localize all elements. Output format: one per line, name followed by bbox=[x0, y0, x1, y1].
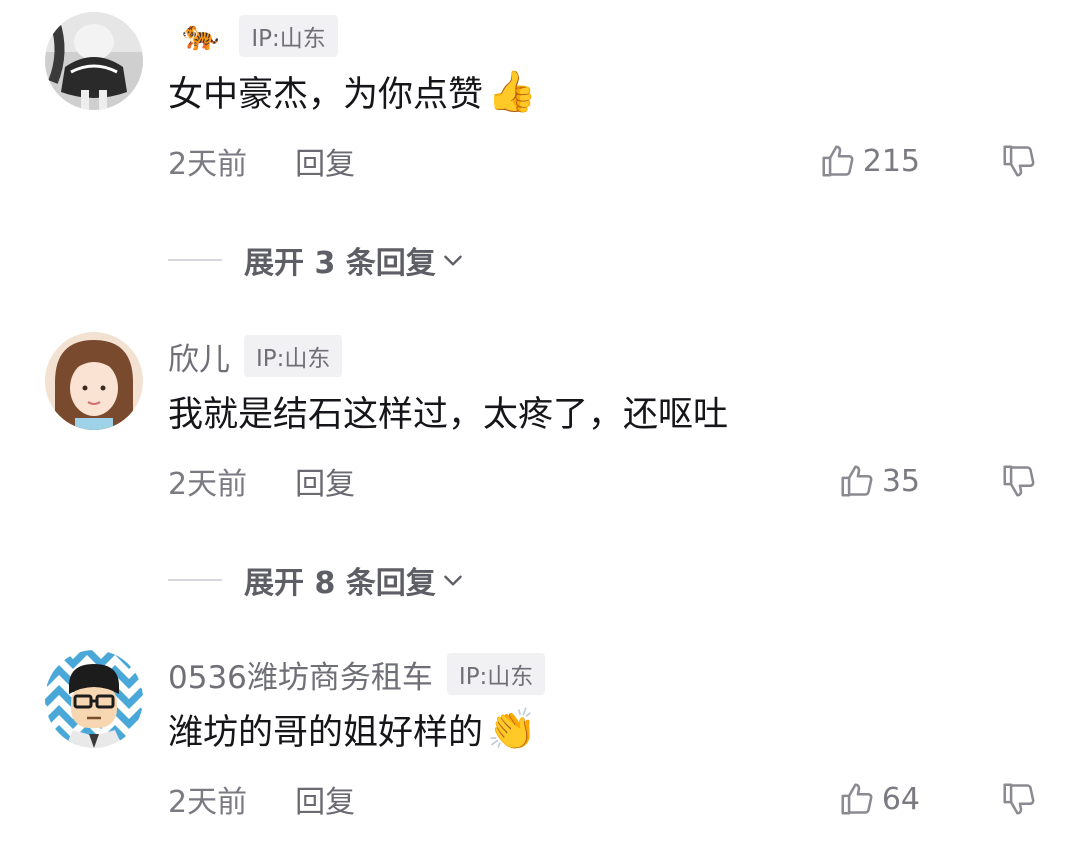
reply-button[interactable]: 回复 bbox=[295, 139, 355, 183]
comment-meta: 2天前 回复 64 bbox=[168, 776, 1038, 822]
comment-body: 我就是结石这样过，太疼了，还呕吐 bbox=[168, 395, 729, 435]
thumbs-up-outline-icon bbox=[841, 465, 873, 497]
expand-replies-label: 展开 3 条回复 bbox=[244, 246, 436, 281]
divider bbox=[168, 259, 222, 261]
comment-text: 我就是结石这样过，太疼了，还呕吐 bbox=[168, 386, 728, 437]
like-button[interactable]: 64 bbox=[838, 776, 920, 822]
comment-meta: 2天前 回复 215 bbox=[168, 138, 1038, 184]
comment-time: 2天前 bbox=[168, 785, 248, 820]
chevron-down-icon bbox=[443, 255, 462, 266]
thumbs-down-outline-icon bbox=[1003, 783, 1035, 815]
thumbs-down-outline-icon bbox=[1003, 465, 1035, 497]
tiger-emoji-icon: 🐅 bbox=[182, 18, 220, 53]
comment-time: 2天前 bbox=[168, 147, 248, 182]
comment-text: 女中豪杰，为你点赞 👍 bbox=[168, 66, 537, 117]
avatar[interactable] bbox=[45, 332, 143, 430]
like-count: 215 bbox=[862, 143, 920, 179]
comment-body: 女中豪杰，为你点赞 bbox=[168, 75, 484, 115]
ip-location-badge: IP:山东 bbox=[446, 653, 546, 695]
reply-button[interactable]: 回复 bbox=[295, 777, 355, 821]
expand-replies-button[interactable]: 展开 3 条回复 bbox=[168, 238, 466, 282]
avatar[interactable] bbox=[45, 650, 143, 748]
thumbs-up-outline-icon bbox=[841, 783, 873, 815]
expand-replies-label: 展开 8 条回复 bbox=[244, 566, 436, 601]
like-button[interactable]: 215 bbox=[819, 138, 920, 184]
like-count: 35 bbox=[881, 463, 920, 499]
thumbs-up-outline-icon bbox=[822, 145, 854, 177]
username[interactable]: 0536潍坊商务租车 bbox=[168, 652, 433, 697]
username[interactable]: 欣儿 bbox=[168, 334, 230, 379]
like-button[interactable]: 35 bbox=[838, 458, 920, 504]
chevron-down-icon bbox=[443, 575, 462, 586]
like-count: 64 bbox=[881, 781, 920, 817]
clapping-hands-emoji-icon: 👏 bbox=[487, 706, 537, 753]
ip-location-badge: IP:山东 bbox=[244, 335, 343, 377]
divider bbox=[168, 579, 222, 581]
expand-replies-button[interactable]: 展开 8 条回复 bbox=[168, 558, 466, 602]
comment-text: 潍坊的哥的姐好样的 👏 bbox=[168, 704, 537, 755]
reply-button[interactable]: 回复 bbox=[295, 459, 355, 503]
comment-meta: 2天前 回复 35 bbox=[168, 458, 1038, 504]
comment-list: 🐅 IP:山东 女中豪杰，为你点赞 👍 2天前 回复 215 展开 3 条回复 … bbox=[0, 0, 1080, 842]
dislike-button[interactable] bbox=[1000, 462, 1038, 504]
ip-location-badge: IP:山东 bbox=[239, 15, 338, 57]
comment-body: 潍坊的哥的姐好样的 bbox=[168, 713, 484, 753]
dislike-button[interactable] bbox=[1000, 780, 1038, 822]
thumbs-down-outline-icon bbox=[1003, 145, 1035, 177]
comment-time: 2天前 bbox=[168, 467, 248, 502]
avatar[interactable] bbox=[45, 12, 143, 110]
thumbs-up-emoji-icon: 👍 bbox=[487, 68, 537, 115]
dislike-button[interactable] bbox=[1000, 142, 1038, 184]
